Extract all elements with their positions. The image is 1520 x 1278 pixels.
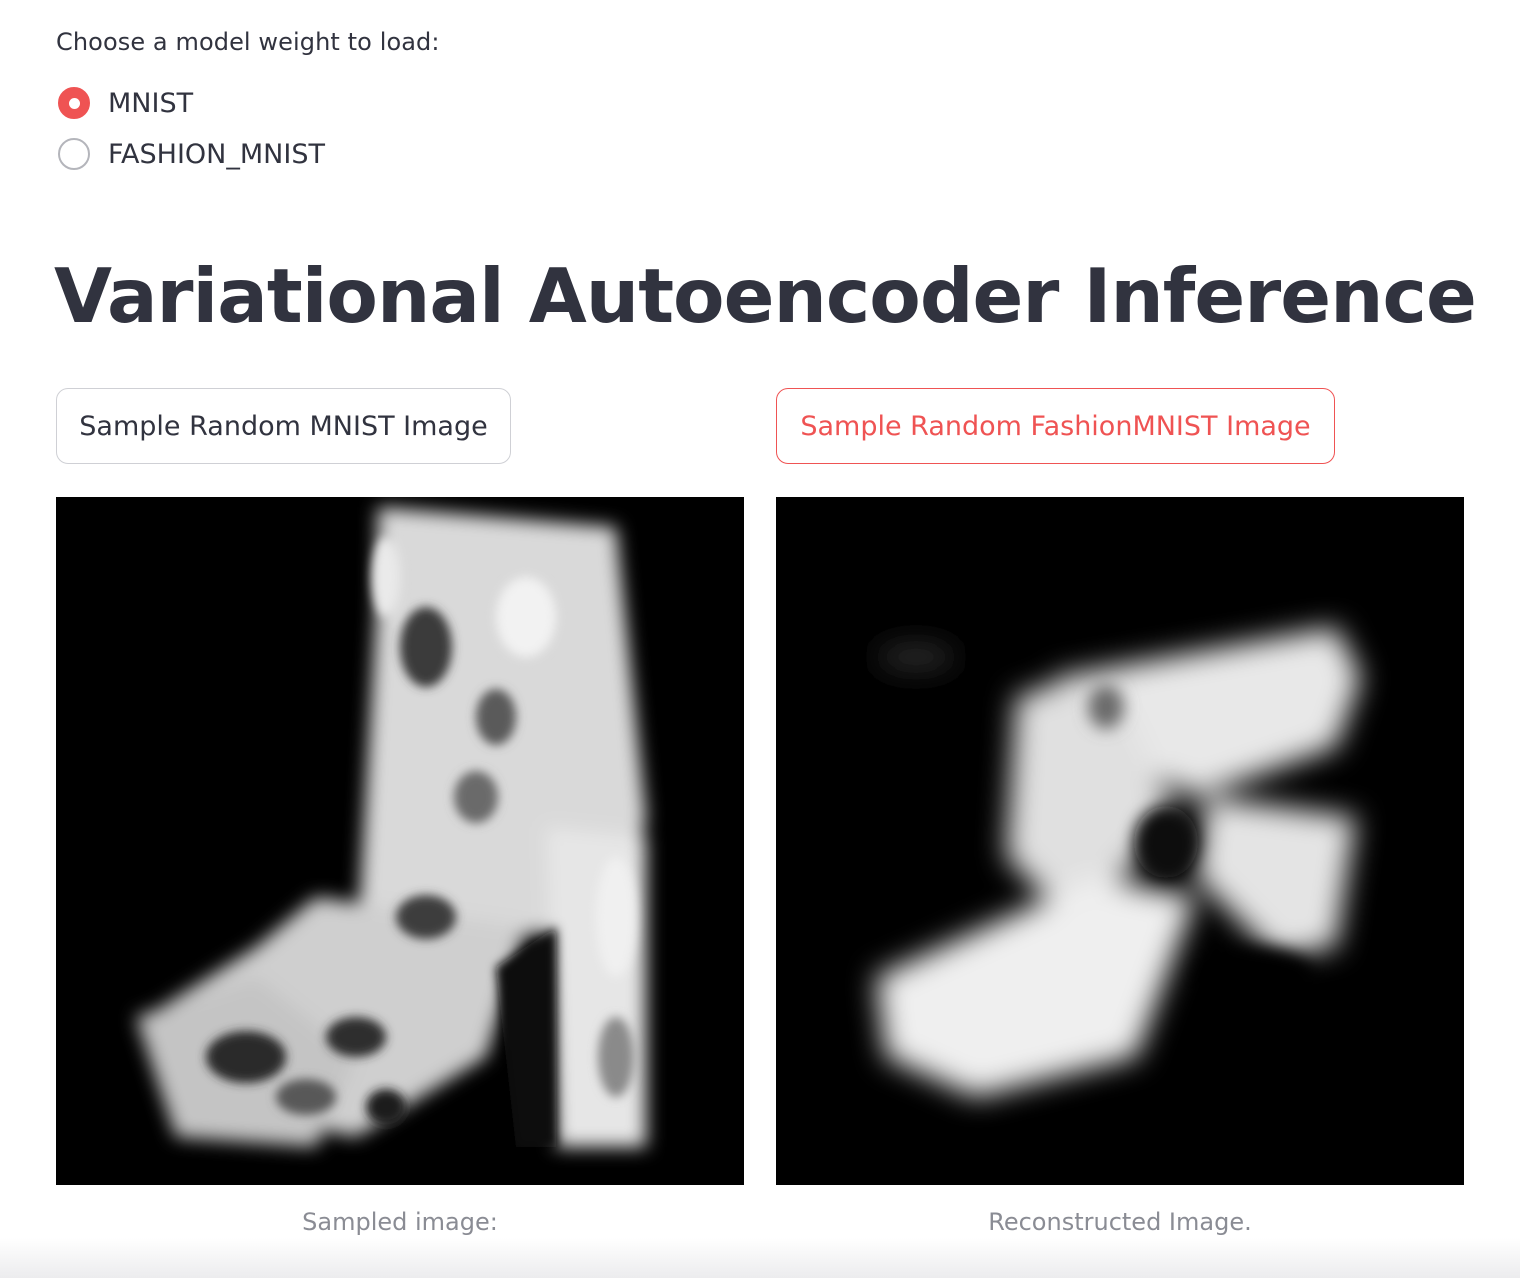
sampled-image — [56, 497, 744, 1185]
model-weight-label: Choose a model weight to load: — [56, 28, 440, 56]
sample-mnist-button[interactable]: Sample Random MNIST Image — [56, 388, 511, 464]
radio-option-mnist[interactable]: MNIST — [58, 84, 325, 122]
bottom-fade — [0, 1238, 1520, 1278]
sample-fashion-mnist-button[interactable]: Sample Random FashionMNIST Image — [776, 388, 1335, 464]
radio-option-label: MNIST — [108, 87, 194, 119]
reconstructed-image-caption: Reconstructed Image. — [988, 1208, 1252, 1236]
model-weight-radio-group: MNIST FASHION_MNIST — [58, 84, 325, 186]
radio-selected-icon[interactable] — [58, 87, 90, 119]
reconstructed-image — [776, 497, 1464, 1185]
radio-unselected-icon[interactable] — [58, 138, 90, 170]
radio-option-fashion-mnist[interactable]: FASHION_MNIST — [58, 135, 325, 173]
page-title: Variational Autoencoder Inference — [54, 252, 1477, 340]
sampled-image-caption: Sampled image: — [302, 1208, 498, 1236]
radio-option-label: FASHION_MNIST — [108, 138, 325, 170]
